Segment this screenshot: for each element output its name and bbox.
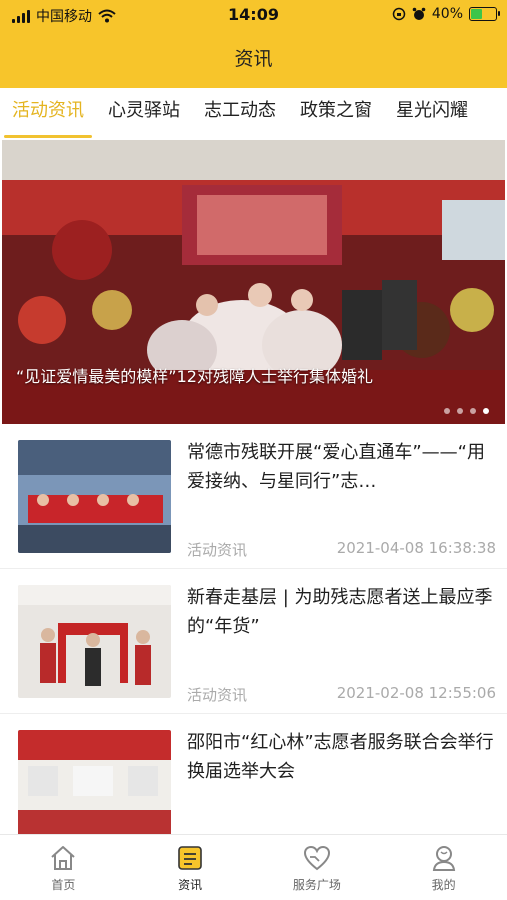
news-item[interactable]: 常德市残联开展“爱心直通车”——“用爱接纳、与星同行”志… 活动资讯 2021-… xyxy=(0,424,507,569)
page-title: 资讯 xyxy=(234,48,273,70)
nav-service-square[interactable]: 服务广场 xyxy=(254,835,381,900)
news-item[interactable]: 新春走基层 | 为助残志愿者送上最应季的“年货” 活动资讯 2021-02-08… xyxy=(0,569,507,714)
nav-label: 资讯 xyxy=(178,878,203,892)
profile-icon xyxy=(432,846,455,871)
bottom-tab-bar: 首页 资讯 服务广场 我的 xyxy=(0,834,507,900)
nav-label: 首页 xyxy=(51,878,76,892)
status-right: 40% xyxy=(392,6,500,22)
news-icon xyxy=(178,846,202,870)
home-icon xyxy=(51,846,76,870)
tab-policy-window[interactable]: 政策之窗 xyxy=(288,88,384,138)
alarm-icon xyxy=(412,7,426,20)
carousel-dot xyxy=(457,408,463,414)
news-list: 常德市残联开展“爱心直通车”——“用爱接纳、与星同行”志… 活动资讯 2021-… xyxy=(0,424,507,859)
news-thumbnail xyxy=(18,730,171,843)
news-date: 2021-04-08 16:38:38 xyxy=(336,539,496,557)
carousel-dot xyxy=(444,408,450,414)
news-title[interactable]: 新春走基层 | 为助残志愿者送上最应季的“年货” xyxy=(187,583,497,641)
status-bar: 中国移动 14:09 40% xyxy=(0,0,507,30)
category-tabs: 活动资讯 心灵驿站 志工动态 政策之窗 星光闪耀 xyxy=(0,88,507,138)
battery-icon xyxy=(469,7,500,21)
nav-label: 我的 xyxy=(431,878,456,892)
tab-activity-news[interactable]: 活动资讯 xyxy=(0,88,96,138)
tab-starlight[interactable]: 星光闪耀 xyxy=(384,88,480,138)
service-heart-icon xyxy=(303,845,330,871)
news-category: 活动资讯 xyxy=(187,686,248,704)
news-thumbnail xyxy=(18,585,171,698)
app-header: 中国移动 14:09 40% 资讯 xyxy=(0,0,507,88)
battery-percent: 40% xyxy=(431,6,463,22)
news-thumbnail xyxy=(18,440,171,553)
nav-profile[interactable]: 我的 xyxy=(380,835,507,900)
news-title[interactable]: 邵阳市“红心林”志愿者服务联合会举行换届选举大会 xyxy=(187,728,497,786)
nav-home[interactable]: 首页 xyxy=(0,835,127,900)
news-category: 活动资讯 xyxy=(187,541,248,559)
carousel-dot-active xyxy=(483,408,489,414)
tab-volunteer-news[interactable]: 志工动态 xyxy=(192,88,288,138)
news-date: 2021-02-08 12:55:06 xyxy=(336,684,496,702)
nav-news[interactable]: 资讯 xyxy=(127,835,254,900)
tab-soul-station[interactable]: 心灵驿站 xyxy=(96,88,192,138)
news-title[interactable]: 常德市残联开展“爱心直通车”——“用爱接纳、与星同行”志… xyxy=(187,438,497,496)
carousel-dot xyxy=(470,408,476,414)
carousel-dots xyxy=(444,408,489,414)
banner-carousel[interactable]: “见证爱情最美的模样”12对残障人士举行集体婚礼 xyxy=(2,140,505,424)
rotation-lock-icon xyxy=(392,7,406,21)
nav-label: 服务广场 xyxy=(292,878,341,892)
banner-caption[interactable]: “见证爱情最美的模样”12对残障人士举行集体婚礼 xyxy=(16,365,376,389)
